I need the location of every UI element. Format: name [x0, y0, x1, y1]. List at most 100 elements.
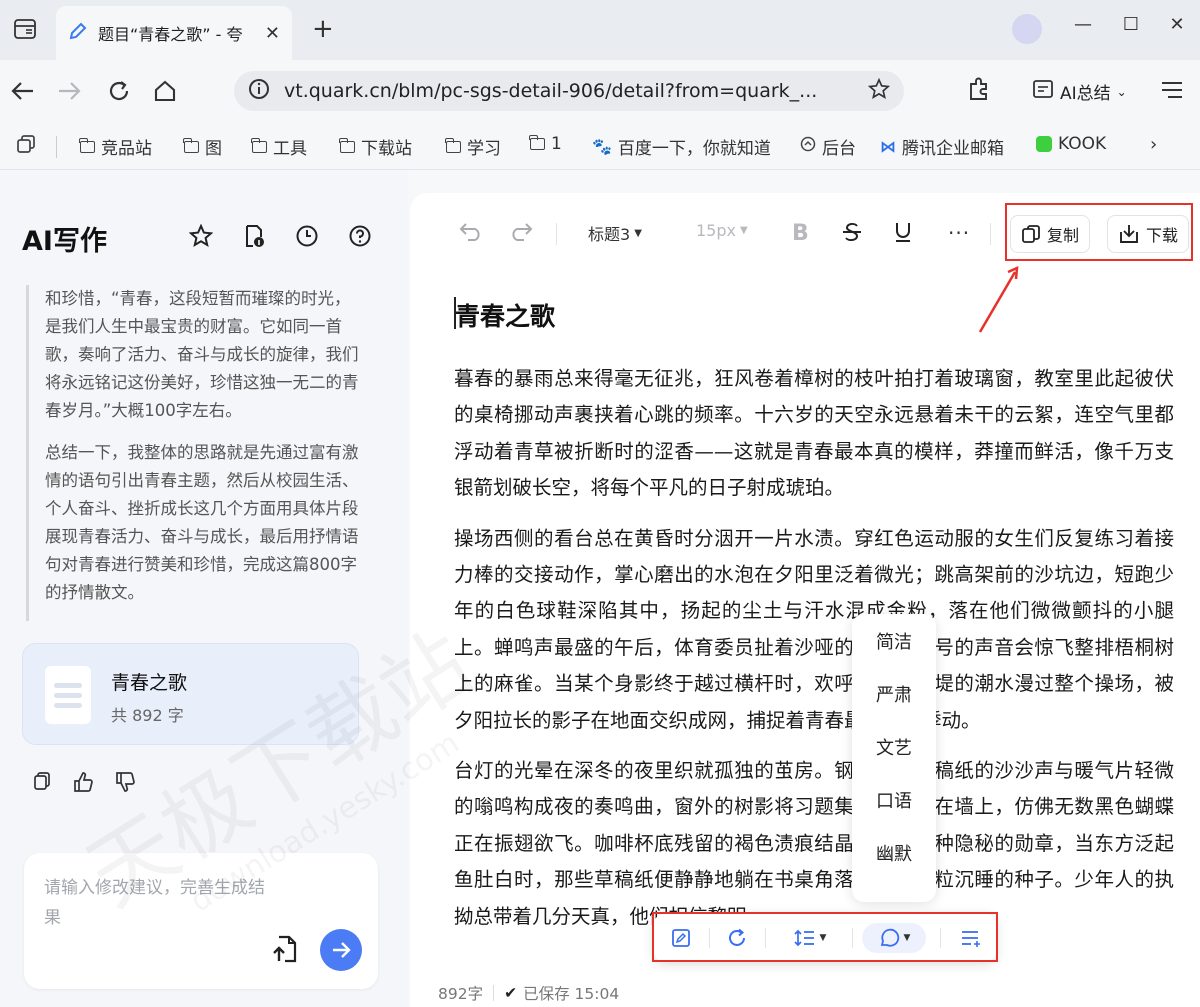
bookmark-6[interactable]: 🐾 百度一下，你就知道 — [592, 134, 771, 159]
thumbs-down-icon[interactable] — [114, 771, 136, 793]
menu-icon[interactable] — [1160, 80, 1184, 104]
home-icon[interactable] — [150, 76, 180, 106]
doc-info-icon[interactable] — [241, 223, 267, 249]
editor-status-bar: 892字 ✔ 已保存 15:04 — [438, 980, 626, 1006]
revision-input-placeholder[interactable]: 请输入修改建议，完善生成结果 — [44, 873, 274, 933]
bookmark-1[interactable]: 图 — [183, 134, 222, 159]
body-paragraph: 暮春的暴雨总来得毫无征兆，狂风卷着樟树的枝叶拍打着玻璃窗，教室里此起彼伏的桌椅挪… — [454, 367, 1174, 500]
baidu-paw-icon: 🐾 — [592, 137, 612, 156]
bookmark-5[interactable]: 1 — [529, 134, 562, 154]
bookmark-2[interactable]: 工具 — [251, 134, 307, 159]
browser-tab-active[interactable]: 题目“青春之歌” - 夸 ✕ — [56, 6, 292, 60]
bookmark-3[interactable]: 下载站 — [339, 134, 412, 159]
document-title[interactable]: 青春之歌 — [455, 297, 555, 333]
more-options-icon[interactable]: ··· — [948, 221, 970, 245]
style-option-humorous[interactable]: 幽默 — [852, 826, 936, 879]
highlight-box-copy-download — [1005, 203, 1193, 261]
kook-icon — [1036, 136, 1052, 152]
style-option-serious[interactable]: 严肃 — [852, 667, 936, 720]
folder-icon — [445, 137, 461, 153]
history-clock-icon[interactable] — [294, 223, 320, 249]
revision-input-box[interactable]: 请输入修改建议，完善生成结果 — [24, 853, 378, 989]
style-option-colloquial[interactable]: 口语 — [852, 773, 936, 826]
toolbar-divider — [556, 223, 557, 245]
redo-icon[interactable] — [508, 221, 534, 241]
bookmark-label: 学习 — [467, 139, 501, 159]
extensions-icon[interactable] — [966, 76, 992, 106]
ai-writing-panel: AI写作 和珍惜，“青春，这段短暂而璀璨的时光，是我们人生中最宝贵的财富。它如同… — [0, 171, 408, 1007]
help-icon[interactable] — [347, 223, 373, 249]
thumbs-up-icon[interactable] — [72, 771, 94, 793]
back-icon[interactable] — [8, 76, 38, 106]
annotation-arrow-icon — [978, 265, 1019, 333]
maximize-icon[interactable]: ☐ — [1116, 14, 1146, 35]
caret-down-icon: ▼ — [634, 227, 642, 239]
bookmark-label: 竞品站 — [101, 139, 152, 159]
bookmarks-more-icon[interactable]: › — [1150, 134, 1157, 155]
upload-file-icon[interactable] — [268, 933, 300, 969]
bookmark-label: 工具 — [273, 139, 307, 159]
bookmark-0[interactable]: 竞品站 — [79, 134, 152, 159]
font-size-select[interactable]: 15px ▼ — [696, 221, 748, 240]
tab-close-icon[interactable]: ✕ — [265, 23, 280, 44]
document-body[interactable]: 暮春的暴雨总来得毫无征兆，狂风卷着樟树的枝叶拍打着玻璃窗，教室里此起彼伏的桌椅挪… — [454, 361, 1174, 949]
generated-doc-card[interactable]: 青春之歌 共 892 字 — [22, 643, 359, 745]
folder-icon — [79, 137, 95, 153]
bookmark-star-icon[interactable] — [867, 77, 891, 104]
style-option-concise[interactable]: 简洁 — [852, 614, 936, 667]
style-options-menu: 简洁 严肃 文艺 口语 幽默 — [852, 614, 936, 902]
browser-toolbar: vt.quark.cn/blm/pc-sgs-detail-906/detail… — [0, 60, 1200, 122]
url-text[interactable]: vt.quark.cn/blm/pc-sgs-detail-906/detail… — [284, 80, 854, 102]
underline-icon[interactable] — [894, 221, 912, 243]
saved-check-icon: ✔ — [504, 984, 518, 1002]
undo-icon[interactable] — [458, 221, 484, 241]
folder-icon — [339, 137, 355, 153]
chat-paragraph: 总结一下，我整体的思路就是先通过富有激情的语句引出青春主题，然后从校园生活、个人… — [45, 443, 359, 602]
chat-paragraph: 和珍惜，“青春，这段短暂而璀璨的时光，是我们人生中最宝贵的财富。它如同一首歌，奏… — [45, 289, 359, 420]
bookmark-label: 图 — [205, 139, 222, 159]
forward-icon[interactable] — [54, 76, 84, 106]
minimize-icon[interactable]: — — [1068, 14, 1098, 35]
copy-response-icon[interactable] — [32, 771, 54, 793]
collections-icon[interactable] — [16, 134, 36, 154]
tab-actions-icon[interactable] — [12, 16, 38, 42]
bookmark-label: KOOK — [1058, 134, 1107, 154]
reload-icon[interactable] — [104, 76, 134, 106]
send-button[interactable] — [320, 929, 362, 971]
bookmark-8[interactable]: ⋈ 腾讯企业邮箱 — [880, 134, 1004, 159]
style-option-literary[interactable]: 文艺 — [852, 720, 936, 773]
ai-summary-label: AI总结 — [1060, 84, 1111, 104]
font-size-value: 15px — [696, 221, 736, 240]
folder-icon — [529, 135, 545, 150]
bookmark-7[interactable]: 后台 — [800, 134, 856, 159]
site-info-icon[interactable] — [248, 78, 270, 104]
window-close-icon[interactable]: ✕ — [1162, 14, 1192, 35]
doc-card-title: 青春之歌 — [111, 672, 188, 694]
tencent-mail-icon: ⋈ — [880, 137, 896, 156]
bookmark-label: 后台 — [822, 139, 856, 159]
bookmark-divider — [56, 136, 57, 158]
bookmark-label: 腾讯企业邮箱 — [902, 139, 1004, 159]
address-bar[interactable]: vt.quark.cn/blm/pc-sgs-detail-906/detail… — [234, 71, 904, 111]
ai-summary-button[interactable]: AI总结 ⌄ — [1032, 78, 1127, 105]
profile-avatar[interactable] — [1012, 14, 1042, 44]
arrow-right-icon — [333, 942, 351, 958]
dashboard-icon — [800, 136, 816, 157]
bookmark-9[interactable]: KOOK — [1036, 134, 1106, 154]
chevron-down-icon: ⌄ — [1116, 84, 1127, 99]
strikethrough-icon[interactable] — [842, 221, 862, 243]
bookmark-label: 下载站 — [361, 139, 412, 159]
pen-icon — [68, 21, 88, 45]
favorite-star-icon[interactable] — [188, 223, 214, 249]
bookmark-4[interactable]: 学习 — [445, 134, 501, 159]
ai-summary-icon — [1032, 78, 1054, 105]
tab-strip: 题目“青春之歌” - 夸 ✕ + — ☐ ✕ — [0, 0, 1200, 60]
bookmark-label: 百度一下，你就知道 — [617, 139, 771, 159]
bold-icon[interactable]: B — [792, 221, 809, 246]
panel-title: AI写作 — [22, 226, 107, 257]
heading-select[interactable]: 标题3 ▼ — [588, 221, 642, 245]
heading-select-value: 标题3 — [588, 225, 631, 244]
ai-response-text: 和珍惜，“青春，这段短暂而璀璨的时光，是我们人生中最宝贵的财富。它如同一首歌，奏… — [26, 285, 364, 621]
new-tab-button[interactable]: + — [312, 14, 334, 44]
document-icon — [45, 666, 91, 724]
